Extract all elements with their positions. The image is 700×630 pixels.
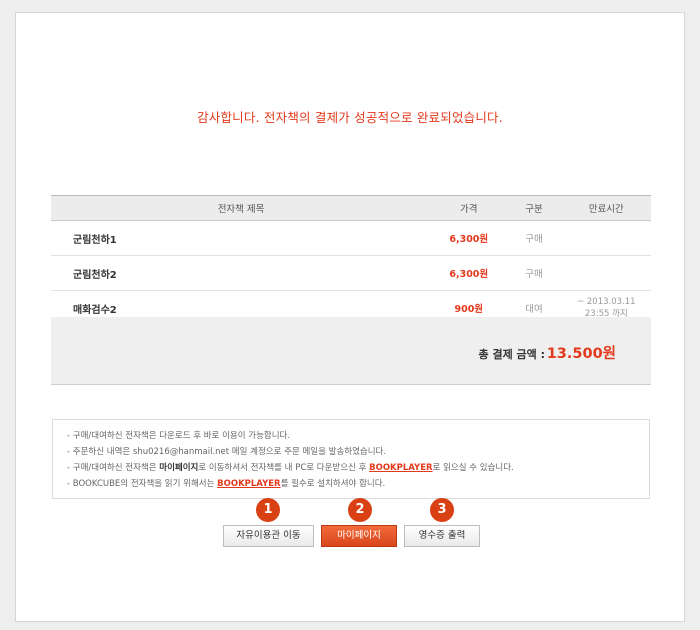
- table-row: 군림천하2 6,300원 구매: [51, 255, 651, 291]
- book-price: 6,300원: [431, 220, 507, 256]
- col-header-price: 가격: [431, 195, 507, 221]
- purchase-type: 구매: [506, 255, 562, 291]
- expire-date: ~ 2013.03.11: [577, 297, 636, 307]
- total-amount: 13.500원: [546, 346, 616, 362]
- notice-line: - 구매/대여하신 전자책은 마이페이지로 이동하셔서 전자책를 내 PC로 다…: [67, 460, 649, 476]
- notice-text: 로 읽으실 수 있습니다.: [432, 463, 514, 473]
- notice-line: - BOOKCUBE의 전자책을 읽기 위해서는 BOOKPLAYER를 필수로…: [67, 476, 649, 492]
- free-zone-button[interactable]: 자유이용관 이동: [223, 525, 314, 547]
- col-header-type: 구분: [506, 195, 562, 221]
- notice-text: 로 이동하셔서 전자책를 내 PC로 다운받으신 후: [198, 463, 370, 473]
- notice-line: - 주문하신 내역은 shu0216@hanmail.net 메일 계정으로 주…: [67, 447, 387, 457]
- expire-time: [561, 220, 651, 256]
- total-label: 총 결제 금액 :: [478, 348, 546, 361]
- ebook-table: 전자책 제목 가격 구분 만료시간 군림천하1 6,300원 구매 군림천하2 …: [51, 195, 651, 326]
- table-row: 군림천하1 6,300원 구매: [51, 220, 651, 256]
- page-frame: 감사합니다. 전자책의 결제가 성공적으로 완료되었습니다. 전자책 제목 가격…: [15, 12, 685, 622]
- bookplayer-link[interactable]: BOOKPLAYER: [217, 479, 280, 489]
- marker-2: 2: [348, 498, 372, 522]
- marker-1: 1: [256, 498, 280, 522]
- receipt-print-button[interactable]: 영수증 출력: [404, 525, 480, 547]
- notice-box: - 구매/대여하신 전자책은 다운로드 후 바로 이용이 가능합니다. - 주문…: [52, 419, 650, 499]
- purchase-type: 구매: [506, 220, 562, 256]
- book-title: 군림천하2: [51, 255, 432, 291]
- marker-3: 3: [430, 498, 454, 522]
- notice-text: - BOOKCUBE의 전자책을 읽기 위해서는: [67, 479, 218, 489]
- mypage-button[interactable]: 마이페이지: [321, 525, 397, 547]
- expire-time: [561, 255, 651, 291]
- col-header-title: 전자책 제목: [51, 195, 432, 221]
- table-header-row: 전자책 제목 가격 구분 만료시간: [51, 195, 651, 221]
- notice-line: - 구매/대여하신 전자책은 다운로드 후 바로 이용이 가능합니다.: [67, 431, 291, 441]
- col-header-expire: 만료시간: [561, 195, 651, 221]
- notice-text: - 구매/대여하신 전자책은: [67, 463, 160, 473]
- total-payment-box: 총 결제 금액 : 13.500원: [51, 317, 651, 385]
- book-price: 6,300원: [431, 255, 507, 291]
- mypage-emphasis: 마이페이지: [159, 463, 199, 473]
- bookplayer-link[interactable]: BOOKPLAYER: [369, 463, 432, 473]
- notice-text: 를 필수로 설치하셔야 합니다.: [280, 479, 386, 489]
- book-title: 군림천하1: [51, 220, 432, 256]
- payment-complete-message: 감사합니다. 전자책의 결제가 성공적으로 완료되었습니다.: [197, 110, 503, 125]
